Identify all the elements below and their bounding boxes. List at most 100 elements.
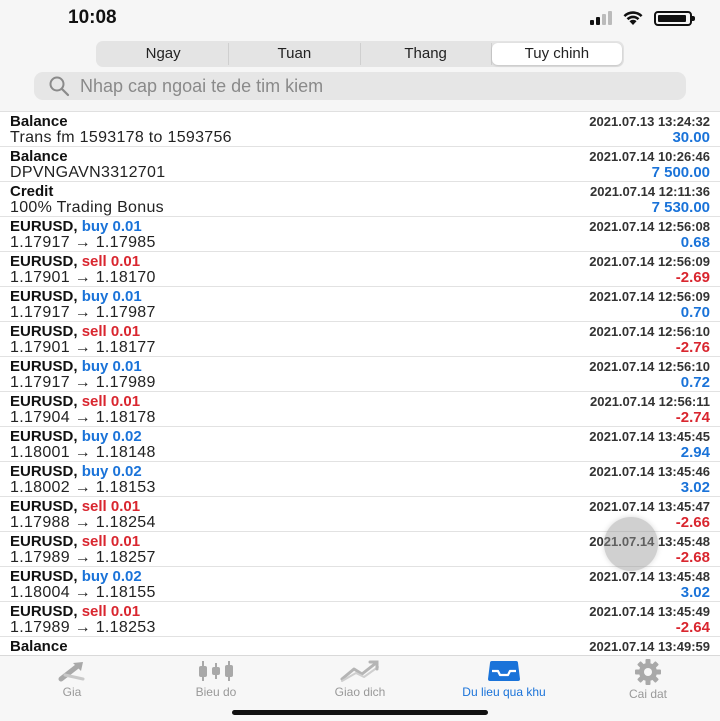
segment-month[interactable]: Thang	[361, 43, 492, 65]
row-time: 2021.07.14 13:45:49	[589, 604, 710, 619]
row-amount: 3.02	[680, 479, 710, 496]
row-amount: -2.76	[675, 339, 710, 356]
tab-label: Giao dich	[334, 685, 386, 699]
row-amount: 7 500.00	[651, 164, 710, 181]
history-row[interactable]: EURUSD, buy 0.02 1.18004 → 1.18155 2021.07…	[0, 567, 720, 602]
search-input[interactable]	[78, 74, 686, 98]
row-symbol-text: Balance	[10, 148, 68, 165]
tab-settings[interactable]: Cai dat	[576, 656, 720, 721]
row-time: 2021.07.14 12:56:08	[589, 219, 710, 234]
row-detail: 1.18001 → 1.18148	[10, 444, 156, 461]
row-time: 2021.07.14 13:45:45	[589, 429, 710, 444]
candlestick-chart-icon	[199, 661, 233, 681]
row-detail: 1.18004 → 1.18155	[10, 584, 156, 601]
row-symbol-text: EURUSD,	[10, 253, 78, 270]
history-row[interactable]: Balance DPVNGAVN3312701 2021.07.14 10:26:4…	[0, 147, 720, 182]
row-symbol: EURUSD, buy 0.02	[10, 428, 142, 445]
row-side: sell 0.01	[81, 533, 141, 550]
row-symbol-text: EURUSD,	[10, 498, 78, 515]
row-time: 2021.07.14 13:49:59	[589, 639, 710, 654]
row-amount: 3.02	[680, 584, 710, 601]
row-amount: 2.94	[680, 444, 710, 461]
row-amount: -2.66	[675, 514, 710, 531]
row-amount: -2.68	[675, 549, 710, 566]
home-indicator	[232, 710, 488, 715]
row-side: buy 0.02	[81, 463, 142, 480]
gear-icon	[635, 659, 661, 685]
row-symbol: Balance	[10, 113, 68, 130]
row-symbol: EURUSD, buy 0.02	[10, 463, 142, 480]
history-row[interactable]: EURUSD, buy 0.01 1.17917 → 1.17989 2021.07…	[0, 357, 720, 392]
history-list[interactable]: Balance Trans fm 1593178 to 1593756 2021.0…	[0, 111, 720, 656]
history-row[interactable]: EURUSD, buy 0.01 1.17917 → 1.17987 2021.07…	[0, 287, 720, 322]
history-row[interactable]: EURUSD, buy 0.02 1.18001 → 1.18148 2021.07…	[0, 427, 720, 462]
row-detail: 1.17988 → 1.18254	[10, 514, 156, 531]
row-detail: Trans fm 1593178 to 1593756	[10, 129, 232, 146]
row-symbol-text: EURUSD,	[10, 428, 78, 445]
row-time: 2021.07.14 12:56:11	[590, 394, 710, 409]
row-detail: 1.18002 → 1.18153	[10, 479, 156, 496]
row-symbol: EURUSD, sell 0.01	[10, 603, 140, 620]
row-time: 2021.07.14 12:56:09	[589, 289, 710, 304]
row-symbol-text: EURUSD,	[10, 463, 78, 480]
row-symbol: EURUSD, buy 0.02	[10, 568, 142, 585]
row-side: buy 0.01	[81, 288, 142, 305]
row-symbol-text: EURUSD,	[10, 533, 78, 550]
row-side: buy 0.01	[81, 218, 142, 235]
search-bar[interactable]	[34, 72, 686, 100]
row-time: 2021.07.14 13:45:48	[589, 569, 710, 584]
history-row[interactable]: Balance 2021.07.14 13:49:59	[0, 637, 720, 656]
row-time: 2021.07.13 13:24:32	[589, 114, 710, 129]
period-segmented-control: Ngay Tuan Thang Tuy chinh	[96, 41, 624, 67]
row-time: 2021.07.14 13:45:47	[589, 499, 710, 514]
history-row[interactable]: EURUSD, sell 0.01 1.17901 → 1.18177 2021.0…	[0, 322, 720, 357]
row-time: 2021.07.14 12:56:09	[589, 254, 710, 269]
row-symbol-text: Credit	[10, 183, 54, 200]
row-amount: 0.72	[680, 374, 710, 391]
row-symbol: EURUSD, buy 0.01	[10, 288, 142, 305]
row-symbol: Balance	[10, 148, 68, 165]
row-amount: 0.70	[680, 304, 710, 321]
row-symbol: EURUSD, sell 0.01	[10, 498, 140, 515]
row-side: buy 0.01	[81, 358, 142, 375]
row-time: 2021.07.14 12:56:10	[589, 359, 710, 374]
row-detail: 1.17989 → 1.18253	[10, 619, 156, 636]
row-detail: 100% Trading Bonus	[10, 199, 164, 216]
row-amount: -2.64	[675, 619, 710, 636]
row-side: sell 0.01	[81, 498, 141, 515]
row-symbol-text: Balance	[10, 638, 68, 655]
row-side: sell 0.01	[81, 603, 141, 620]
row-symbol: EURUSD, buy 0.01	[10, 218, 142, 235]
segment-week[interactable]: Tuan	[229, 43, 361, 65]
search-icon	[49, 76, 70, 97]
row-time: 2021.07.14 13:45:46	[589, 464, 710, 479]
segment-day[interactable]: Ngay	[98, 43, 230, 65]
history-inbox-icon	[488, 661, 520, 681]
row-detail: 1.17904 → 1.18178	[10, 409, 156, 426]
segment-custom[interactable]: Tuy chinh	[491, 43, 622, 65]
row-side: sell 0.01	[81, 253, 141, 270]
history-row[interactable]: Credit 100% Trading Bonus 2021.07.14 12:11…	[0, 182, 720, 217]
row-time: 2021.07.14 12:11:36	[590, 184, 710, 199]
tab-label: Du lieu qua khu	[462, 685, 546, 699]
row-symbol: EURUSD, sell 0.01	[10, 253, 140, 270]
row-detail: 1.17917 → 1.17989	[10, 374, 156, 391]
row-symbol: Balance	[10, 638, 68, 655]
row-detail: 1.17989 → 1.18257	[10, 549, 156, 566]
tab-label: Cai dat	[628, 687, 668, 701]
status-icons	[590, 10, 695, 26]
tab-price[interactable]: Gia	[0, 656, 144, 721]
row-detail: 1.17917 → 1.17987	[10, 304, 156, 321]
history-row[interactable]: EURUSD, buy 0.01 1.17917 → 1.17985 2021.07…	[0, 217, 720, 252]
history-row[interactable]: EURUSD, buy 0.02 1.18002 → 1.18153 2021.07…	[0, 462, 720, 497]
history-row[interactable]: Balance Trans fm 1593178 to 1593756 2021.0…	[0, 112, 720, 147]
assistive-touch-button[interactable]	[604, 517, 658, 571]
row-symbol-text: Balance	[10, 113, 68, 130]
battery-icon	[654, 10, 695, 26]
history-row[interactable]: EURUSD, sell 0.01 1.17904 → 1.18178 2021.0…	[0, 392, 720, 427]
row-detail: 1.17901 → 1.18177	[10, 339, 156, 356]
history-row[interactable]: EURUSD, sell 0.01 1.17901 → 1.18170 2021.0…	[0, 252, 720, 287]
row-amount: 7 530.00	[651, 199, 710, 216]
history-row[interactable]: EURUSD, sell 0.01 1.17989 → 1.18253 2021.0…	[0, 602, 720, 637]
row-detail: 1.17901 → 1.18170	[10, 269, 156, 286]
